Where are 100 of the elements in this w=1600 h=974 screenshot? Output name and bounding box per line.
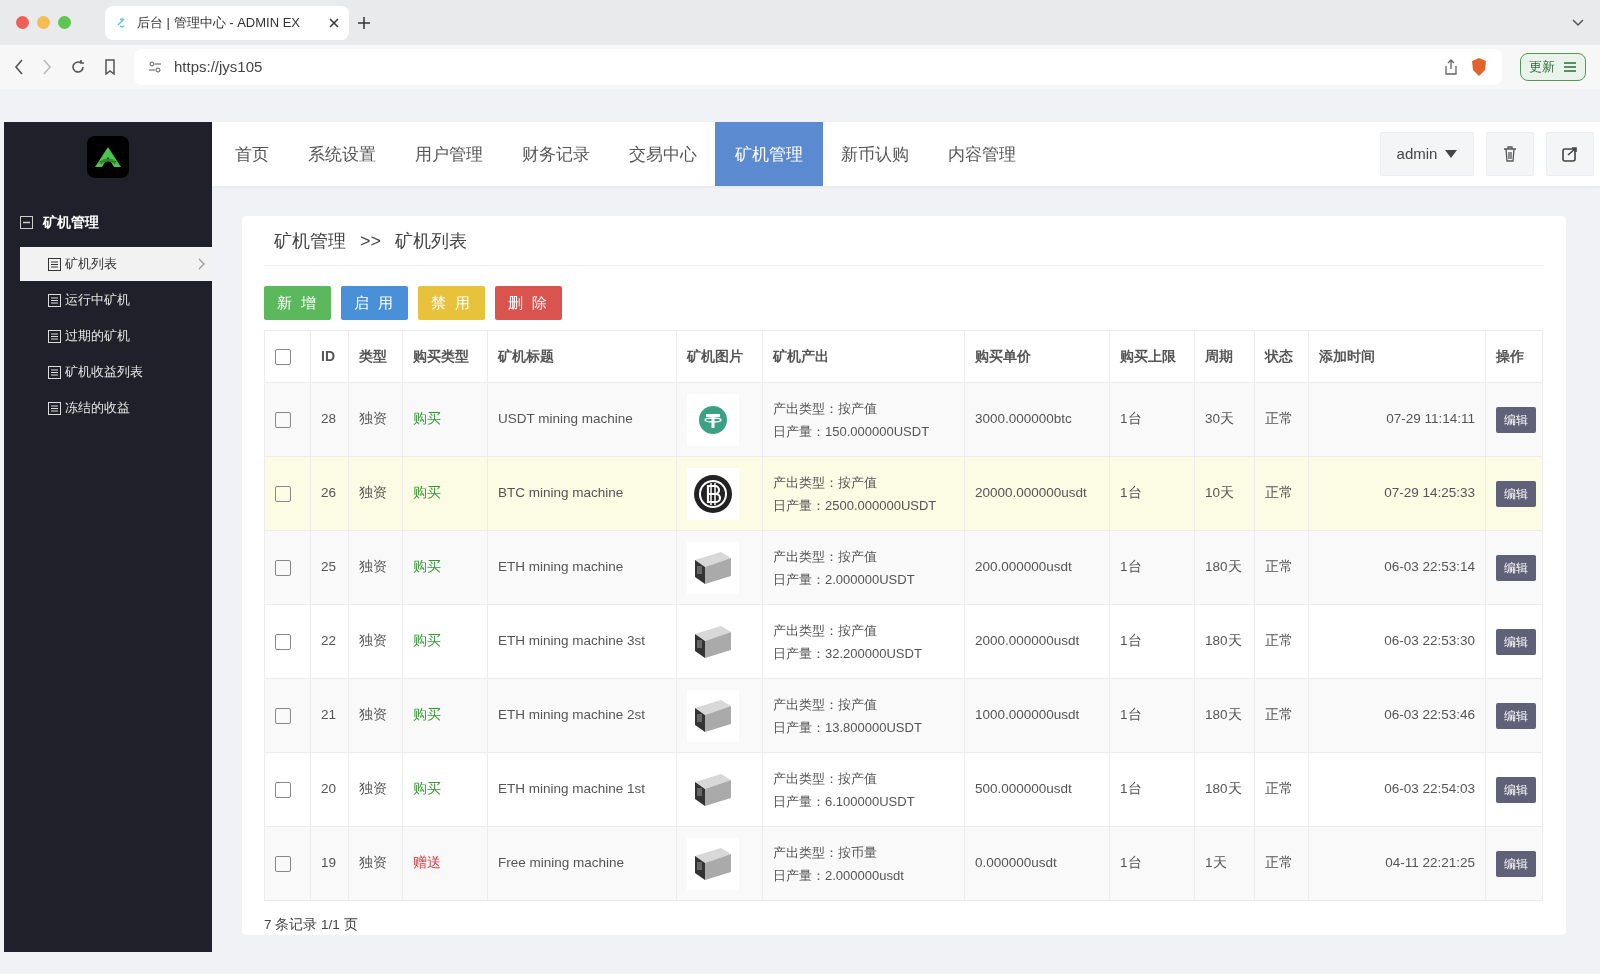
output-type-text: 产出类型：按币量: [773, 843, 878, 862]
checkbox[interactable]: [275, 485, 291, 502]
nav-tab[interactable]: 首页: [214, 122, 290, 186]
table-cell: 独资: [359, 559, 387, 575]
share-icon[interactable]: [1444, 59, 1458, 75]
daily-output-text: 日产量：13.800000USDT: [773, 718, 923, 737]
table-cell: 独资: [359, 781, 387, 797]
table-cell: 180天: [1205, 633, 1242, 649]
tune-icon: [148, 60, 162, 74]
column-header: 添加时间: [1319, 348, 1375, 364]
output-type-text: 产出类型：按产值: [773, 621, 878, 640]
list-icon: [48, 401, 61, 415]
table-row[interactable]: 21 独资 购买 ETH mining machine 2st 产出类型：按产值 日产量：13.800000USDT 1000.000000usdt 1台 180天 正常 06-03 22:53:46 编辑: [264, 678, 1543, 753]
table-row[interactable]: 20 独资 购买 ETH mining machine 1st 产出类型：按产值 日产量：6.100000USDT 500.000000usdt 1台 180天 正常 06-03 22:54:03 编辑: [264, 752, 1543, 827]
trash-icon: [1503, 146, 1517, 162]
list-icon: [48, 257, 61, 271]
table-cell: 21: [321, 707, 337, 723]
chevron-down-icon[interactable]: [1572, 18, 1584, 27]
trash-button[interactable]: [1486, 132, 1534, 176]
user-menu[interactable]: admin: [1380, 132, 1474, 176]
nav-tab[interactable]: 内容管理: [927, 122, 1037, 186]
table-row[interactable]: 26 独资 购买 BTC mining machine 产出类型：按产值 日产量：2500.000000USDT 20000.000000usdt 1台 10天 正常 07-29 14:25:33 编辑: [264, 456, 1543, 531]
column-header: ID: [321, 348, 335, 364]
nav-tab[interactable]: 新币认购: [820, 122, 930, 186]
table-cell: 独资: [359, 411, 387, 427]
nav-tab[interactable]: 系统设置: [287, 122, 397, 186]
edit-button[interactable]: 编辑: [1496, 702, 1536, 729]
edit-button[interactable]: 编辑: [1496, 406, 1536, 433]
window-control[interactable]: [58, 16, 71, 29]
daily-output-text: 日产量：6.100000USDT: [773, 792, 916, 811]
table-cell: 独资: [359, 707, 387, 723]
sidebar-group-title[interactable]: 矿机管理: [43, 212, 99, 233]
table-cell: 0.000000usdt: [975, 855, 1057, 871]
breadcrumb-item: >>: [360, 230, 382, 253]
sidebar-item[interactable]: 矿机收益列表: [20, 355, 212, 389]
sidebar-item[interactable]: 冻结的收益: [20, 391, 212, 425]
table-cell: 正常: [1265, 411, 1293, 427]
table-cell: 500.000000usdt: [975, 781, 1072, 797]
table-cell: 180天: [1205, 707, 1242, 723]
window-control[interactable]: [16, 16, 29, 29]
close-icon[interactable]: [329, 17, 339, 28]
edit-button[interactable]: 编辑: [1496, 554, 1536, 581]
checkbox[interactable]: [275, 707, 291, 724]
table-cell: 20000.000000usdt: [975, 485, 1087, 501]
table-cell: 独资: [359, 633, 387, 649]
table-cell: 正常: [1265, 633, 1293, 649]
nav-tab[interactable]: 矿机管理: [715, 122, 823, 186]
table-row[interactable]: 25 独资 购买 ETH mining machine 产出类型：按产值 日产量：2.000000USDT 200.000000usdt 1台 180天 正常 06-03 22:53:14 编辑: [264, 530, 1543, 605]
table-cell: 独资: [359, 485, 387, 501]
purchase-type-tag: 购买: [413, 485, 441, 501]
collapse-icon[interactable]: [20, 216, 33, 229]
edit-button[interactable]: 编辑: [1496, 850, 1536, 877]
table-cell: 1台: [1120, 707, 1142, 723]
checkbox[interactable]: [275, 411, 291, 428]
nav-tab[interactable]: 用户管理: [394, 122, 504, 186]
table-cell: 200.000000usdt: [975, 559, 1072, 575]
shield-icon[interactable]: [1470, 57, 1488, 77]
forward-icon[interactable]: [42, 59, 52, 75]
logout-button[interactable]: [1546, 132, 1594, 176]
sidebar-item[interactable]: 运行中矿机: [20, 283, 212, 317]
column-header: 购买单价: [975, 348, 1031, 364]
address-bar[interactable]: https://jys105: [134, 49, 1502, 85]
sidebar-item[interactable]: 过期的矿机: [20, 319, 212, 353]
column-header: 矿机产出: [773, 348, 829, 364]
checkbox[interactable]: [275, 349, 291, 366]
table-cell: 28: [321, 411, 337, 427]
browser-tab[interactable]: 后台 | 管理中心 - ADMIN EX: [105, 5, 349, 40]
daily-output-text: 日产量：2.000000USDT: [773, 570, 916, 589]
table-row[interactable]: 22 独资 购买 ETH mining machine 3st 产出类型：按产值 日产量：32.200000USDT 2000.000000usdt 1台 180天 正常 06-03 22:53:30 编辑: [264, 604, 1543, 679]
table-cell: 正常: [1265, 485, 1293, 501]
table-cell: 180天: [1205, 781, 1242, 797]
checkbox[interactable]: [275, 855, 291, 872]
edit-button[interactable]: 编辑: [1496, 628, 1536, 655]
table-cell: 正常: [1265, 855, 1293, 871]
nav-tab[interactable]: 交易中心: [608, 122, 718, 186]
exit-icon: [1562, 146, 1578, 162]
bookmark-icon[interactable]: [104, 59, 116, 75]
nav-tab[interactable]: 财务记录: [501, 122, 611, 186]
table-cell: 06-03 22:54:03: [1384, 781, 1475, 797]
checkbox[interactable]: [275, 559, 291, 576]
table-cell: 2000.000000usdt: [975, 633, 1080, 649]
new-tab-icon[interactable]: [357, 15, 371, 30]
checkbox[interactable]: [275, 781, 291, 798]
edit-button[interactable]: 编辑: [1496, 776, 1536, 803]
checkbox[interactable]: [275, 633, 291, 650]
table-row[interactable]: 28 独资 购买 USDT mining machine 产出类型：按产值 日产量：150.000000USDT 3000.000000btc 1台 30天 正常 07-29 11:14:11 编辑: [264, 382, 1543, 457]
reload-icon[interactable]: [70, 59, 86, 75]
action-button[interactable]: 删 除: [495, 286, 562, 320]
sidebar-item[interactable]: 矿机列表: [20, 247, 212, 281]
table-row[interactable]: 19 独资 赠送 Free mining machine 产出类型：按币量 日产量：2.000000usdt 0.000000usdt 1台 1天 正常 04-11 22:21:25 编辑: [264, 826, 1543, 901]
back-icon[interactable]: [14, 59, 24, 75]
purchase-type-tag: 购买: [413, 411, 441, 427]
purchase-type-tag: 购买: [413, 707, 441, 723]
edit-button[interactable]: 编辑: [1496, 480, 1536, 507]
table-cell: BTC mining machine: [498, 485, 624, 501]
update-button[interactable]: 更新: [1520, 53, 1586, 81]
output-type-text: 产出类型：按产值: [773, 769, 878, 788]
column-header: 操作: [1496, 348, 1524, 364]
daily-output-text: 日产量：32.200000USDT: [773, 644, 923, 663]
menu-icon: [1563, 61, 1577, 73]
